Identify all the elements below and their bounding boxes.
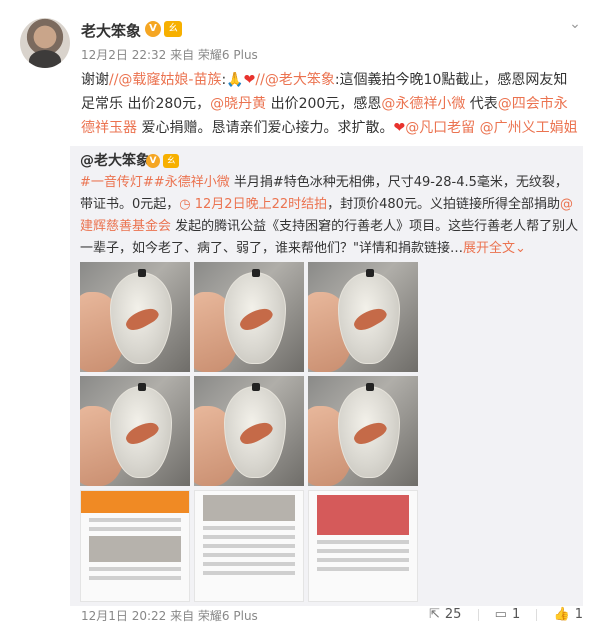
divider [477,608,479,621]
charity-screenshot[interactable] [80,490,190,602]
comment-icon: ▭ [494,607,507,622]
level-badge: ㄠ [163,154,179,168]
jade-pendant-image [224,383,286,478]
comment-button[interactable]: ▭ 1 [495,604,521,626]
mention-link[interactable]: @永德祥小微 [381,96,465,112]
thumbs-up-icon: 👍 [553,607,570,622]
clock-icon: ◷ [179,197,195,212]
post-meta: 12月2日 22:32 来自 荣耀6 Plus [81,48,258,62]
like-button[interactable]: 👍 1 [554,604,583,626]
pray-emoji-icon: 🙏 [226,72,244,88]
text-segment: 谢谢 [81,72,109,88]
repost-meta: 12月1日 20:22 来自 荣耀6 Plus [81,609,258,623]
jade-photo[interactable] [308,262,418,372]
comment-count: 1 [511,607,521,622]
jade-photo[interactable] [194,262,304,372]
heart-emoji-icon: ❤ [393,120,406,136]
text-segment: 出价200元，感恩 [266,96,382,112]
share-count: 25 [444,607,462,622]
jade-pendant-image [110,269,172,364]
topic-link[interactable]: #一音传灯# [80,175,154,190]
mention-link[interactable]: @晓丹黄 [210,96,266,112]
jade-photo[interactable] [80,376,190,486]
text-segment: ，封顶价480元。义拍链接所得全部捐助 [327,197,560,212]
verified-badge: V [146,154,160,168]
mention-link[interactable]: @广州义工娟姐 [480,120,578,136]
author-name[interactable]: 老大笨象 [81,20,141,41]
repost-author[interactable]: @老大笨象 [80,150,150,172]
verified-badge: V [145,21,161,37]
jade-pendant-image [224,269,286,364]
jade-pendant-image [338,383,400,478]
share-icon: ⇱ [428,607,440,622]
mention-link[interactable]: //@老大笨象 [255,72,334,88]
jade-pendant-image [338,269,400,364]
repost-text: #一音传灯##永德祥小微 半月捐#特色冰种无相佛，尺寸49-28-4.5毫米，无… [80,172,580,260]
post-text: 谢谢//@载窿姑娘-苗族:🙏❤//@老大笨象:這個義拍今晚10點截止，感恩网友知… [81,68,581,140]
mention-link[interactable]: @凡口老留 [405,120,475,136]
chevron-down-icon[interactable]: ⌄ [567,17,583,31]
text-segment: 爱心捐赠。恳请亲们爱心接力。求扩散。 [137,120,394,136]
action-bar: ⇱ 25 ▭ 1 👍 1 [417,604,583,626]
jade-photo[interactable] [308,376,418,486]
avatar[interactable] [20,18,70,68]
text-segment: 代表 [465,96,498,112]
charity-screenshot[interactable] [308,490,418,602]
charity-screenshot[interactable] [194,490,304,602]
repost-box: @老大笨象 V ㄠ #一音传灯##永德祥小微 半月捐#特色冰种无相佛，尺寸49-… [70,146,583,606]
event-link[interactable]: 12月2日晚上22时结拍 [195,197,327,212]
mention-link[interactable]: //@载窿姑娘-苗族 [109,72,222,88]
topic-link[interactable]: #永德祥小微 [154,175,230,190]
level-badge: ㄠ [164,21,182,37]
divider [536,608,538,621]
jade-photo[interactable] [194,376,304,486]
chevron-down-icon[interactable]: ⌄ [515,241,526,256]
expand-link[interactable]: 展开全文 [463,241,515,256]
weibo-post: 老大笨象 V ㄠ 12月2日 22:32 来自 荣耀6 Plus ⌄ 谢谢//@… [0,0,597,628]
share-button[interactable]: ⇱ 25 [429,604,461,626]
jade-photo[interactable] [80,262,190,372]
heart-emoji-icon: ❤ [243,72,256,88]
jade-pendant-image [110,383,172,478]
like-count: 1 [574,607,583,622]
